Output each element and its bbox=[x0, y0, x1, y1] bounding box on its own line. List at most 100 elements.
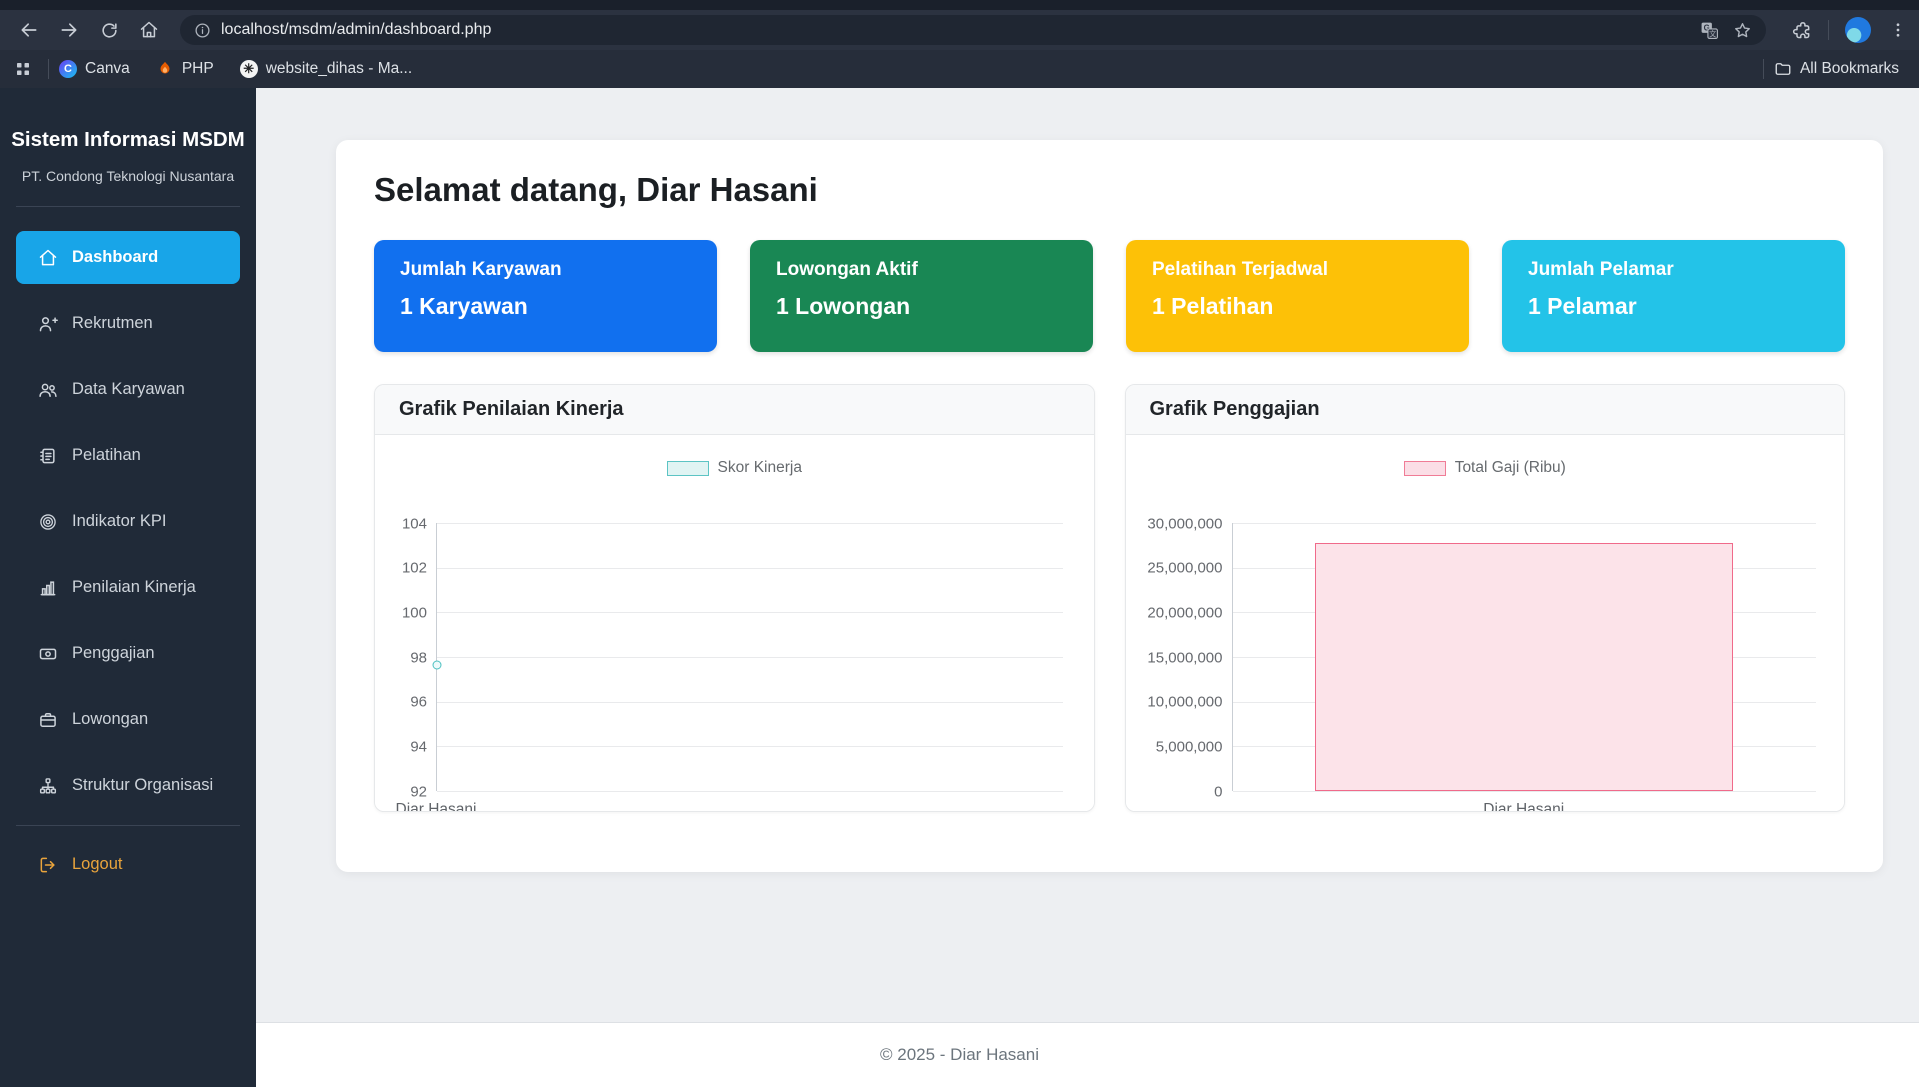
sidebar-item-rekrutmen[interactable]: Rekrutmen bbox=[16, 297, 240, 350]
kinerja-chart: Skor Kinerja 104 102 100 98 96 94 92 Dia… bbox=[375, 435, 1094, 812]
sidebar-item-indikator-kpi[interactable]: Indikator KPI bbox=[16, 495, 240, 548]
sidebar-item-label: Pelatihan bbox=[72, 446, 141, 465]
translate-icon[interactable]: G文 bbox=[1700, 21, 1719, 40]
home-icon[interactable] bbox=[132, 14, 166, 46]
sidebar-item-label: Struktur Organisasi bbox=[72, 776, 213, 795]
sidebar-item-label: Rekrutmen bbox=[72, 314, 153, 333]
stat-title: Jumlah Pelamar bbox=[1528, 259, 1819, 281]
sidebar-item-data-karyawan[interactable]: Data Karyawan bbox=[16, 363, 240, 416]
house-icon bbox=[38, 248, 58, 268]
stat-card-lowongan: Lowongan Aktif 1 Lowongan bbox=[750, 240, 1093, 352]
y-tick: 96 bbox=[410, 694, 427, 711]
bookmark-canva[interactable]: C Canva bbox=[59, 60, 130, 78]
bookmarks-divider bbox=[48, 59, 49, 79]
sidebar-item-label: Data Karyawan bbox=[72, 380, 185, 399]
forward-icon[interactable] bbox=[52, 14, 86, 46]
bookmark-php[interactable]: PHP bbox=[156, 60, 214, 78]
y-tick: 92 bbox=[410, 783, 427, 800]
gaji-legend[interactable]: Total Gaji (Ribu) bbox=[1126, 459, 1845, 477]
y-tick: 98 bbox=[410, 649, 427, 666]
kinerja-chart-card: Grafik Penilaian Kinerja Skor Kinerja 10… bbox=[374, 384, 1095, 812]
gaji-plot: 30,000,000 25,000,000 20,000,000 15,000,… bbox=[1232, 523, 1817, 791]
refresh-icon[interactable] bbox=[92, 14, 126, 46]
company-name: PT. Condong Teknologi Nusantara bbox=[0, 168, 256, 184]
extensions-icon[interactable] bbox=[1792, 20, 1812, 40]
canva-favicon: C bbox=[59, 60, 77, 78]
bookmarks-bar: C Canva PHP ✳ website_dihas - Ma... All … bbox=[0, 50, 1919, 88]
cash-icon bbox=[38, 644, 58, 664]
profile-avatar[interactable] bbox=[1845, 17, 1871, 43]
all-bookmarks-label: All Bookmarks bbox=[1800, 60, 1899, 78]
url-text[interactable]: localhost/msdm/admin/dashboard.php bbox=[221, 21, 1700, 39]
app-title: Sistem Informasi MSDM bbox=[0, 128, 256, 152]
all-bookmarks-button[interactable]: All Bookmarks bbox=[1774, 60, 1899, 78]
gaji-legend-label: Total Gaji (Ribu) bbox=[1455, 459, 1566, 477]
sidebar-logout-divider bbox=[16, 825, 240, 826]
y-tick: 15,000,000 bbox=[1147, 649, 1222, 666]
stat-card-pelatihan: Pelatihan Terjadwal 1 Pelatihan bbox=[1126, 240, 1469, 352]
bookmark-label: Canva bbox=[85, 60, 130, 78]
y-tick: 94 bbox=[410, 738, 427, 755]
stat-title: Jumlah Karyawan bbox=[400, 259, 691, 281]
kinerja-legend-label: Skor Kinerja bbox=[718, 459, 802, 477]
stat-card-karyawan: Jumlah Karyawan 1 Karyawan bbox=[374, 240, 717, 352]
bookmark-label: website_dihas - Ma... bbox=[266, 60, 412, 78]
person-plus-icon bbox=[38, 314, 58, 334]
kinerja-point bbox=[433, 660, 442, 669]
gaji-bar bbox=[1315, 543, 1733, 791]
gaji-chart: Total Gaji (Ribu) 30,000,000 25,000,000 … bbox=[1126, 435, 1845, 812]
toolbar-divider bbox=[1828, 20, 1829, 40]
kinerja-plot: 104 102 100 98 96 94 92 bbox=[436, 523, 1063, 791]
sidebar-item-struktur-organisasi[interactable]: Struktur Organisasi bbox=[16, 759, 240, 812]
sidebar-item-pelatihan[interactable]: Pelatihan bbox=[16, 429, 240, 482]
org-chart-icon bbox=[38, 776, 58, 796]
y-tick: 10,000,000 bbox=[1147, 694, 1222, 711]
stat-value: 1 Karyawan bbox=[400, 293, 691, 320]
sidebar-item-dashboard[interactable]: Dashboard bbox=[16, 231, 240, 284]
logout-button[interactable]: Logout bbox=[16, 838, 240, 891]
gaji-chart-card: Grafik Penggajian Total Gaji (Ribu) 30,0… bbox=[1125, 384, 1846, 812]
stat-value: 1 Pelamar bbox=[1528, 293, 1819, 320]
menu-icon[interactable] bbox=[1889, 21, 1907, 39]
y-tick: 104 bbox=[402, 515, 427, 532]
apps-grid-icon[interactable] bbox=[14, 60, 32, 78]
kinerja-legend[interactable]: Skor Kinerja bbox=[375, 459, 1094, 477]
y-tick: 0 bbox=[1214, 783, 1222, 800]
footer-text: © 2025 - Diar Hasani bbox=[880, 1045, 1039, 1065]
footer: © 2025 - Diar Hasani bbox=[0, 1022, 1919, 1087]
sidebar-item-lowongan[interactable]: Lowongan bbox=[16, 693, 240, 746]
kinerja-x-label: Diar Hasani bbox=[396, 801, 477, 812]
bookmarks-right-divider bbox=[1763, 59, 1764, 79]
dashboard-card: Selamat datang, Diar Hasani Jumlah Karya… bbox=[336, 140, 1883, 872]
bookmark-label: PHP bbox=[182, 60, 214, 78]
sidebar-item-label: Penilaian Kinerja bbox=[72, 578, 196, 597]
main-content: Selamat datang, Diar Hasani Jumlah Karya… bbox=[256, 88, 1919, 1022]
sidebar-item-penggajian[interactable]: Penggajian bbox=[16, 627, 240, 680]
gaji-chart-title: Grafik Penggajian bbox=[1126, 385, 1845, 435]
info-icon[interactable] bbox=[194, 22, 211, 39]
gaji-x-label: Diar Hasani bbox=[1232, 801, 1817, 812]
stat-value: 1 Pelatihan bbox=[1152, 293, 1443, 320]
sidebar-item-penilaian-kinerja[interactable]: Penilaian Kinerja bbox=[16, 561, 240, 614]
briefcase-icon bbox=[38, 710, 58, 730]
browser-tab-strip bbox=[0, 0, 1919, 10]
charts-row: Grafik Penilaian Kinerja Skor Kinerja 10… bbox=[374, 384, 1845, 812]
page-title: Selamat datang, Diar Hasani bbox=[374, 170, 1845, 210]
php-flame-favicon bbox=[156, 60, 174, 78]
y-tick: 30,000,000 bbox=[1147, 515, 1222, 532]
sidebar-item-label: Dashboard bbox=[72, 248, 158, 267]
browser-toolbar: localhost/msdm/admin/dashboard.php G文 bbox=[0, 10, 1919, 50]
back-icon[interactable] bbox=[12, 14, 46, 46]
stat-card-pelamar: Jumlah Pelamar 1 Pelamar bbox=[1502, 240, 1845, 352]
sidebar-item-label: Penggajian bbox=[72, 644, 155, 663]
kinerja-chart-title: Grafik Penilaian Kinerja bbox=[375, 385, 1094, 435]
logout-icon bbox=[38, 855, 58, 875]
folder-icon bbox=[1774, 60, 1792, 78]
svg-text:文: 文 bbox=[1709, 29, 1716, 38]
y-tick: 100 bbox=[402, 604, 427, 621]
y-tick: 5,000,000 bbox=[1156, 738, 1223, 755]
y-tick: 20,000,000 bbox=[1147, 604, 1222, 621]
bookmark-website-dihas[interactable]: ✳ website_dihas - Ma... bbox=[240, 60, 412, 78]
url-bar[interactable]: localhost/msdm/admin/dashboard.php G文 bbox=[180, 15, 1766, 45]
star-icon[interactable] bbox=[1733, 21, 1752, 40]
